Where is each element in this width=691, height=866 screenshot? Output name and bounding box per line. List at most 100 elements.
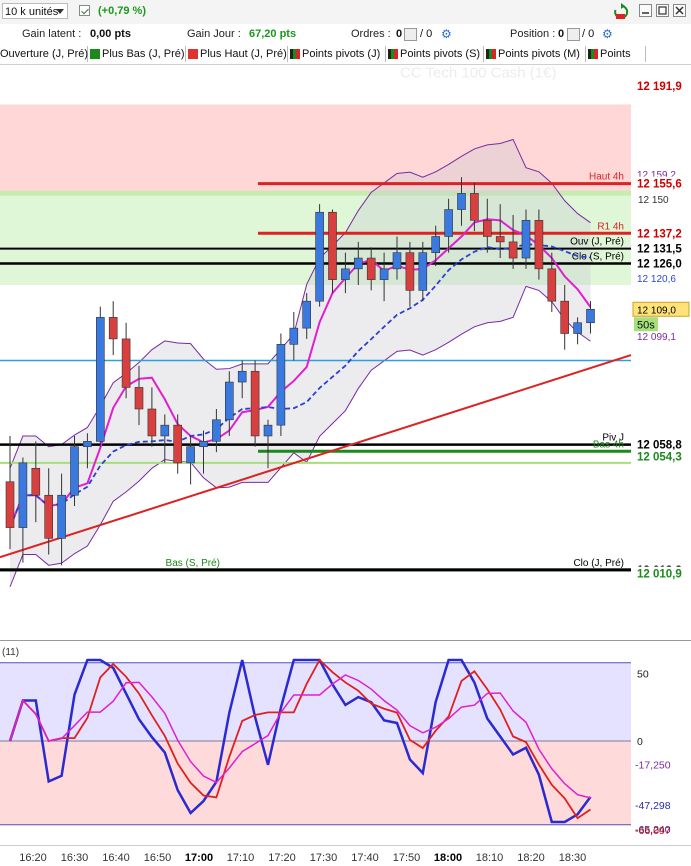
price-tag: 12 058,8 <box>633 437 689 452</box>
candle-body <box>83 441 92 448</box>
time-axis: 16:20 16:30 16:40 16:50 17:00 17:10 17:20 17:30… <box>0 845 691 866</box>
indicator-label: Plus Bas (J, Pré) <box>102 48 185 60</box>
price-tag: 12 120,6 <box>633 271 689 286</box>
indicator-open-prev-day[interactable]: Ouverture (J, Pré) <box>0 46 88 62</box>
indicator-low-prev-day[interactable]: Plus Bas (J, Pré) <box>88 46 186 62</box>
time-axis-label: 18:30 <box>558 852 587 864</box>
countdown-text: 50s <box>637 319 655 331</box>
oscillator-value-label: -47,298 <box>635 800 671 812</box>
time-axis-label: 18:10 <box>475 852 504 864</box>
price-tag-text: 12 126,0 <box>637 258 682 270</box>
candle <box>108 301 118 356</box>
units-select[interactable]: 10 k unités <box>2 3 68 19</box>
level-line-label: Ouv (J, Pré) <box>570 237 624 248</box>
candle-body <box>121 338 131 388</box>
oscillator-bull-zone <box>0 662 631 741</box>
indicator-swatch <box>188 49 198 59</box>
candle-body <box>134 387 144 410</box>
price-tag: 12 137,2 <box>633 226 689 241</box>
candle <box>121 322 131 399</box>
candle-body <box>405 252 415 291</box>
candle-body <box>199 441 208 448</box>
candle-body <box>457 193 466 210</box>
level-line-label: Bas 4h <box>593 439 624 450</box>
candle-body <box>573 322 582 334</box>
minimize-icon[interactable] <box>639 4 652 17</box>
candle-body <box>392 252 402 270</box>
candle <box>315 204 324 307</box>
show-change-checkbox[interactable] <box>79 5 90 16</box>
time-axis-label: 17:50 <box>392 852 421 864</box>
indicator-swatch <box>290 49 300 59</box>
position-total: / 0 <box>582 28 595 40</box>
candle-body <box>379 268 389 280</box>
price-tag-text: 12 054,3 <box>637 452 682 464</box>
candle-body <box>186 446 195 464</box>
price-tag-text: 12 010,9 <box>637 569 682 581</box>
candle-body <box>366 257 376 280</box>
oscillator-tab-label: (11) <box>2 647 19 658</box>
candle-body <box>431 236 441 253</box>
candle-body <box>250 370 260 437</box>
price-tag: 12 126,0 <box>633 256 689 271</box>
price-tag: 12 131,5 <box>633 241 689 256</box>
price-tag-text: 12 131,5 <box>637 244 682 256</box>
candle-body <box>57 494 66 539</box>
position-value: 0 <box>558 28 565 40</box>
time-axis-label: 18:00 <box>433 852 463 864</box>
price-chart[interactable]: CC Tech 100 Cash (1€) Haut 4h R1 4h Ouv (J,… <box>0 64 691 630</box>
time-axis-label: 17:00 <box>184 852 214 864</box>
oscillator-value-label: 0 <box>637 736 643 748</box>
position-label: Position : <box>510 28 556 40</box>
candle-body <box>276 344 286 426</box>
indicator-swatch <box>588 49 598 59</box>
level-line-label: Clo (J, Pré) <box>573 558 624 569</box>
candle <box>276 333 286 436</box>
close-icon[interactable] <box>673 4 686 17</box>
candle-body <box>418 252 428 291</box>
indicator-label: Points pivots (S) <box>400 48 481 60</box>
position-settings-gear-icon[interactable]: ⚙ <box>602 27 613 41</box>
level-line-label: Haut 4h <box>589 172 624 183</box>
maximize-icon[interactable] <box>656 4 669 17</box>
candle-body <box>315 211 324 302</box>
indicator-pivots-daily[interactable]: Points pivots (J) <box>288 46 386 62</box>
refresh-icon[interactable] <box>612 3 630 21</box>
candle-body <box>31 467 41 496</box>
price-tag-text: 12 155,6 <box>637 179 682 191</box>
candle-body <box>96 317 105 442</box>
indicator-pivots-weekly[interactable]: Points pivots (S) <box>386 46 484 62</box>
candle-body <box>586 308 595 324</box>
orders-settings-gear-icon[interactable]: ⚙ <box>441 27 452 41</box>
indicator-label: Plus Haut (J, Pré) <box>200 48 287 60</box>
candle-countdown: 50s <box>634 317 658 332</box>
cancel-orders-icon[interactable] <box>404 28 417 41</box>
candle-body <box>225 381 234 421</box>
indicator-swatch <box>90 49 100 59</box>
close-position-icon[interactable] <box>567 28 580 41</box>
candle <box>70 435 79 507</box>
indicator-swatch <box>486 49 496 59</box>
candle-body <box>444 209 453 237</box>
time-axis-label: 18:20 <box>517 852 545 864</box>
indicator-high-prev-day[interactable]: Plus Haut (J, Pré) <box>186 46 288 62</box>
candle-body <box>341 268 350 280</box>
time-axis-label: 17:30 <box>309 852 338 864</box>
account-info-bar: Gain latent : 0,00 pts Gain Jour : 67,20… <box>0 24 691 45</box>
candle-body <box>482 220 492 237</box>
indicator-label: Points pivots (M) <box>498 48 580 60</box>
indicator-pivots-monthly[interactable]: Points pivots (M) <box>484 46 586 62</box>
price-tag: 12 109,0 <box>632 301 690 317</box>
candle-body <box>263 424 273 437</box>
indicator-label: Points pivots (J) <box>302 48 381 60</box>
indicator-points[interactable]: Points <box>586 46 646 62</box>
orders-value: 0 <box>396 28 403 40</box>
indicator-legend-bar: Ouverture (J, Pré) Plus Bas (J, Pré) Plu… <box>0 44 691 65</box>
candle-body <box>560 300 570 334</box>
latent-gain-value: 0,00 pts <box>90 28 131 40</box>
price-tag-text: 12 191,9 <box>637 81 682 93</box>
oscillator-panel[interactable]: (11)500-17,250-47,298-65,240-66,097 <box>0 640 691 846</box>
price-tag-text: 12 137,2 <box>637 228 682 240</box>
price-tag: 12 010,9 <box>633 566 689 581</box>
top-toolbar: 10 k unités (+0,79 %) <box>0 0 691 25</box>
